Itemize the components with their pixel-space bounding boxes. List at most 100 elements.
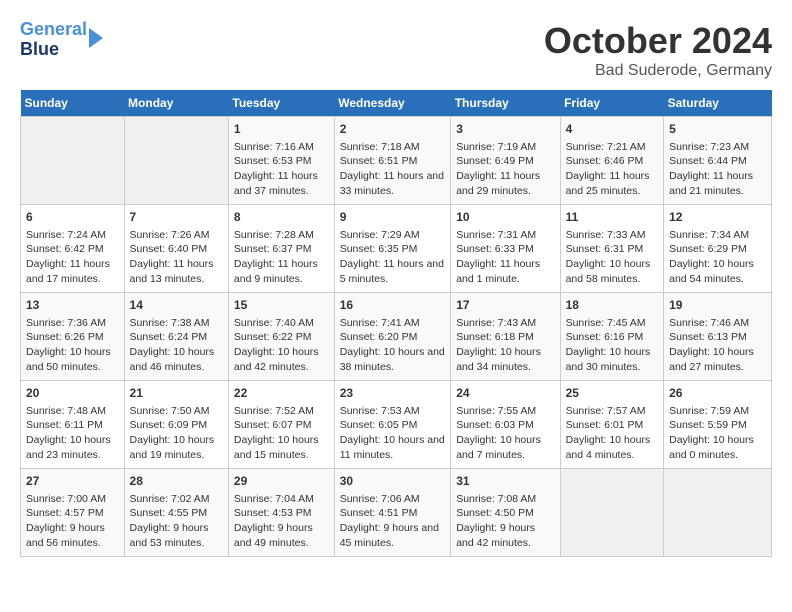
- calendar-cell: 20 Sunrise: 7:48 AM Sunset: 6:11 PM Dayli…: [21, 381, 125, 469]
- day-number: 1: [234, 121, 329, 138]
- day-number: 28: [130, 473, 223, 490]
- day-info: Sunrise: 7:23 AM Sunset: 6:44 PM Dayligh…: [669, 140, 766, 199]
- day-number: 10: [456, 209, 554, 226]
- page-header: GeneralBlue October 2024 Bad Suderode, G…: [20, 20, 772, 80]
- day-info: Sunrise: 7:46 AM Sunset: 6:13 PM Dayligh…: [669, 316, 766, 375]
- day-info: Sunrise: 7:06 AM Sunset: 4:51 PM Dayligh…: [340, 492, 446, 551]
- calendar-cell: 23 Sunrise: 7:53 AM Sunset: 6:05 PM Dayli…: [334, 381, 451, 469]
- week-row-5: 27Sunrise: 7:00 AM Sunset: 4:57 PM Dayli…: [21, 469, 772, 557]
- calendar-cell: 17Sunrise: 7:43 AM Sunset: 6:18 PM Dayli…: [451, 293, 560, 381]
- calendar-cell: 1 Sunrise: 7:16 AM Sunset: 6:53 PM Daylig…: [228, 117, 334, 205]
- calendar-cell: 7Sunrise: 7:26 AM Sunset: 6:40 PM Daylig…: [124, 205, 228, 293]
- day-info: Sunrise: 7:29 AM Sunset: 6:35 PM Dayligh…: [340, 228, 446, 287]
- day-info: Sunrise: 7:53 AM Sunset: 6:05 PM Dayligh…: [340, 404, 446, 463]
- day-number: 6: [26, 209, 119, 226]
- day-info: Sunrise: 7:59 AM Sunset: 5:59 PM Dayligh…: [669, 404, 766, 463]
- calendar-cell: 26Sunrise: 7:59 AM Sunset: 5:59 PM Dayli…: [664, 381, 772, 469]
- calendar-cell: 11Sunrise: 7:33 AM Sunset: 6:31 PM Dayli…: [560, 205, 664, 293]
- day-number: 21: [130, 385, 223, 402]
- col-header-monday: Monday: [124, 90, 228, 117]
- calendar-cell: 14Sunrise: 7:38 AM Sunset: 6:24 PM Dayli…: [124, 293, 228, 381]
- col-header-sunday: Sunday: [21, 90, 125, 117]
- calendar-cell: 19Sunrise: 7:46 AM Sunset: 6:13 PM Dayli…: [664, 293, 772, 381]
- calendar-cell: 30 Sunrise: 7:06 AM Sunset: 4:51 PM Dayli…: [334, 469, 451, 557]
- day-number: 29: [234, 473, 329, 490]
- header-row: SundayMondayTuesdayWednesdayThursdayFrid…: [21, 90, 772, 117]
- col-header-saturday: Saturday: [664, 90, 772, 117]
- day-number: 23: [340, 385, 446, 402]
- calendar-cell: 16 Sunrise: 7:41 AM Sunset: 6:20 PM Dayli…: [334, 293, 451, 381]
- calendar-cell: 3 Sunrise: 7:19 AM Sunset: 6:49 PM Daylig…: [451, 117, 560, 205]
- day-info: Sunrise: 7:33 AM Sunset: 6:31 PM Dayligh…: [566, 228, 659, 287]
- day-info: Sunrise: 7:34 AM Sunset: 6:29 PM Dayligh…: [669, 228, 766, 287]
- col-header-thursday: Thursday: [451, 90, 560, 117]
- day-info: Sunrise: 7:52 AM Sunset: 6:07 PM Dayligh…: [234, 404, 329, 463]
- calendar-cell: 10 Sunrise: 7:31 AM Sunset: 6:33 PM Dayli…: [451, 205, 560, 293]
- calendar-cell: [21, 117, 125, 205]
- day-number: 20: [26, 385, 119, 402]
- calendar-cell: 4Sunrise: 7:21 AM Sunset: 6:46 PM Daylig…: [560, 117, 664, 205]
- logo-arrow-icon: [89, 28, 103, 48]
- day-number: 13: [26, 297, 119, 314]
- day-info: Sunrise: 7:04 AM Sunset: 4:53 PM Dayligh…: [234, 492, 329, 551]
- calendar-cell: [664, 469, 772, 557]
- day-info: Sunrise: 7:55 AM Sunset: 6:03 PM Dayligh…: [456, 404, 554, 463]
- logo-text: GeneralBlue: [20, 20, 87, 60]
- title-section: October 2024 Bad Suderode, Germany: [544, 20, 772, 80]
- day-info: Sunrise: 7:24 AM Sunset: 6:42 PM Dayligh…: [26, 228, 119, 287]
- day-info: Sunrise: 7:57 AM Sunset: 6:01 PM Dayligh…: [566, 404, 659, 463]
- calendar-cell: 21Sunrise: 7:50 AM Sunset: 6:09 PM Dayli…: [124, 381, 228, 469]
- day-info: Sunrise: 7:43 AM Sunset: 6:18 PM Dayligh…: [456, 316, 554, 375]
- day-info: Sunrise: 7:28 AM Sunset: 6:37 PM Dayligh…: [234, 228, 329, 287]
- day-info: Sunrise: 7:36 AM Sunset: 6:26 PM Dayligh…: [26, 316, 119, 375]
- day-info: Sunrise: 7:02 AM Sunset: 4:55 PM Dayligh…: [130, 492, 223, 551]
- calendar-cell: 25 Sunrise: 7:57 AM Sunset: 6:01 PM Dayli…: [560, 381, 664, 469]
- col-header-friday: Friday: [560, 90, 664, 117]
- day-info: Sunrise: 7:08 AM Sunset: 4:50 PM Dayligh…: [456, 492, 554, 551]
- day-info: Sunrise: 7:31 AM Sunset: 6:33 PM Dayligh…: [456, 228, 554, 287]
- day-info: Sunrise: 7:19 AM Sunset: 6:49 PM Dayligh…: [456, 140, 554, 199]
- day-number: 5: [669, 121, 766, 138]
- day-number: 18: [566, 297, 659, 314]
- week-row-3: 13 Sunrise: 7:36 AM Sunset: 6:26 PM Dayli…: [21, 293, 772, 381]
- calendar-cell: 24 Sunrise: 7:55 AM Sunset: 6:03 PM Dayli…: [451, 381, 560, 469]
- day-info: Sunrise: 7:18 AM Sunset: 6:51 PM Dayligh…: [340, 140, 446, 199]
- month-title: October 2024: [544, 20, 772, 62]
- week-row-2: 6 Sunrise: 7:24 AM Sunset: 6:42 PM Daylig…: [21, 205, 772, 293]
- day-number: 8: [234, 209, 329, 226]
- day-number: 31: [456, 473, 554, 490]
- day-number: 15: [234, 297, 329, 314]
- day-info: Sunrise: 7:48 AM Sunset: 6:11 PM Dayligh…: [26, 404, 119, 463]
- logo: GeneralBlue: [20, 20, 103, 60]
- day-info: Sunrise: 7:40 AM Sunset: 6:22 PM Dayligh…: [234, 316, 329, 375]
- calendar-cell: 22Sunrise: 7:52 AM Sunset: 6:07 PM Dayli…: [228, 381, 334, 469]
- day-number: 3: [456, 121, 554, 138]
- calendar-cell: 27Sunrise: 7:00 AM Sunset: 4:57 PM Dayli…: [21, 469, 125, 557]
- calendar-cell: 29 Sunrise: 7:04 AM Sunset: 4:53 PM Dayli…: [228, 469, 334, 557]
- calendar-cell: 2 Sunrise: 7:18 AM Sunset: 6:51 PM Daylig…: [334, 117, 451, 205]
- calendar-cell: 9 Sunrise: 7:29 AM Sunset: 6:35 PM Daylig…: [334, 205, 451, 293]
- calendar-cell: [124, 117, 228, 205]
- day-info: Sunrise: 7:16 AM Sunset: 6:53 PM Dayligh…: [234, 140, 329, 199]
- day-number: 2: [340, 121, 446, 138]
- calendar-cell: 31 Sunrise: 7:08 AM Sunset: 4:50 PM Dayli…: [451, 469, 560, 557]
- calendar-cell: 5 Sunrise: 7:23 AM Sunset: 6:44 PM Daylig…: [664, 117, 772, 205]
- week-row-1: 1 Sunrise: 7:16 AM Sunset: 6:53 PM Daylig…: [21, 117, 772, 205]
- calendar-cell: 13 Sunrise: 7:36 AM Sunset: 6:26 PM Dayli…: [21, 293, 125, 381]
- day-number: 9: [340, 209, 446, 226]
- location: Bad Suderode, Germany: [544, 62, 772, 80]
- calendar-cell: 18 Sunrise: 7:45 AM Sunset: 6:16 PM Dayli…: [560, 293, 664, 381]
- calendar-cell: 28 Sunrise: 7:02 AM Sunset: 4:55 PM Dayli…: [124, 469, 228, 557]
- day-number: 24: [456, 385, 554, 402]
- day-number: 7: [130, 209, 223, 226]
- day-info: Sunrise: 7:38 AM Sunset: 6:24 PM Dayligh…: [130, 316, 223, 375]
- day-info: Sunrise: 7:41 AM Sunset: 6:20 PM Dayligh…: [340, 316, 446, 375]
- day-info: Sunrise: 7:45 AM Sunset: 6:16 PM Dayligh…: [566, 316, 659, 375]
- calendar-table: SundayMondayTuesdayWednesdayThursdayFrid…: [20, 90, 772, 557]
- day-number: 30: [340, 473, 446, 490]
- calendar-cell: 15 Sunrise: 7:40 AM Sunset: 6:22 PM Dayli…: [228, 293, 334, 381]
- calendar-cell: 6 Sunrise: 7:24 AM Sunset: 6:42 PM Daylig…: [21, 205, 125, 293]
- day-number: 25: [566, 385, 659, 402]
- col-header-wednesday: Wednesday: [334, 90, 451, 117]
- day-number: 16: [340, 297, 446, 314]
